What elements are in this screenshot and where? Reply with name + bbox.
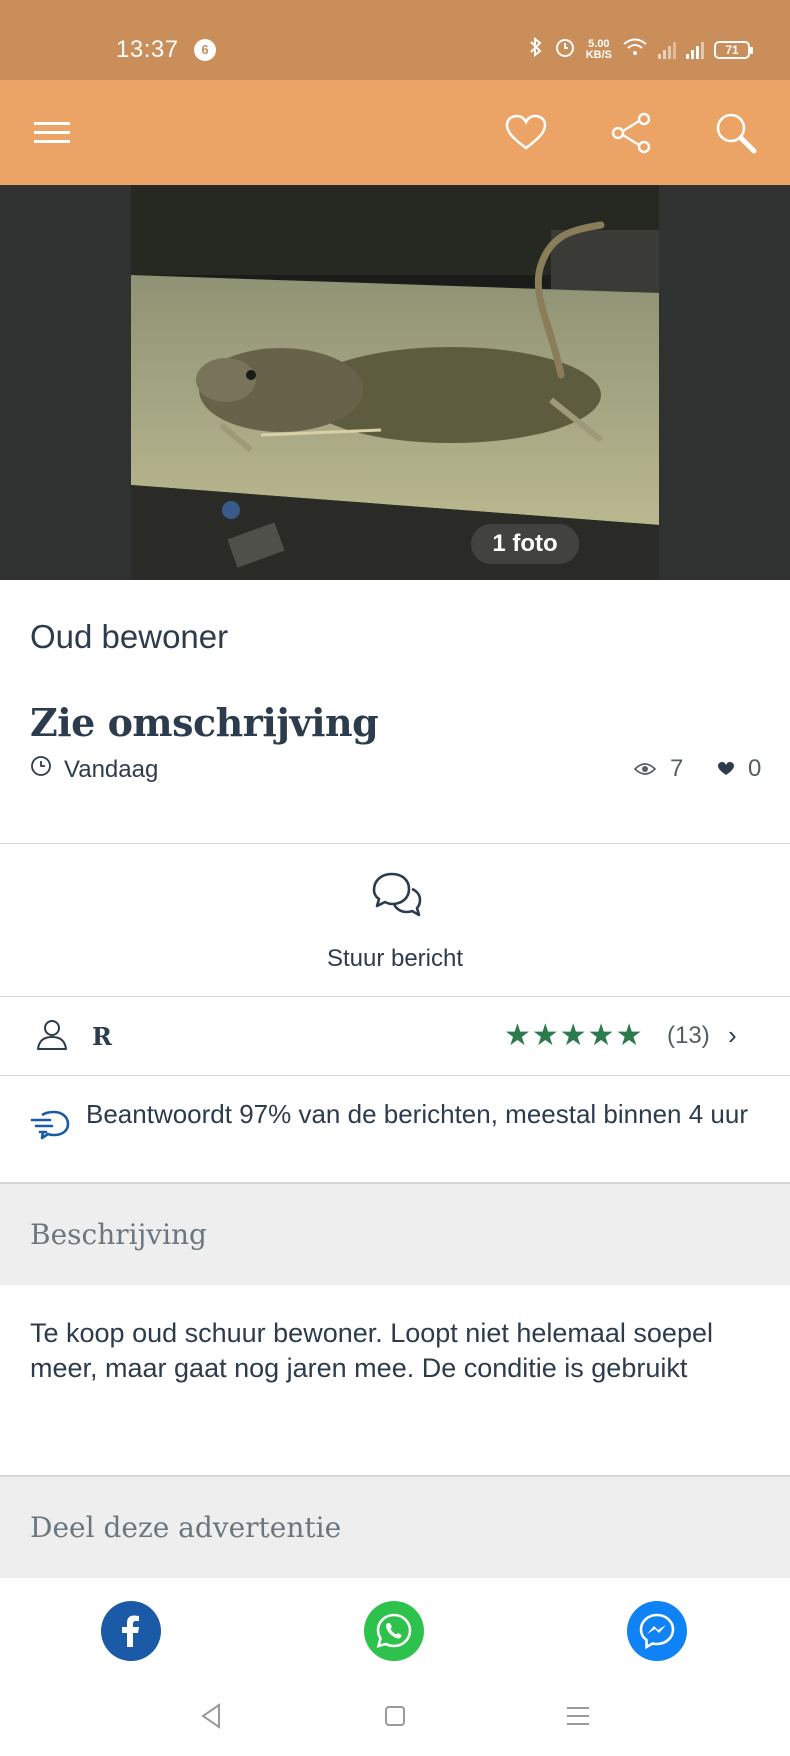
search-icon[interactable] [713, 110, 759, 156]
description-text: Te koop oud schuur bewoner. Loopt niet h… [30, 1318, 713, 1383]
ad-meta: Vandaag 7 0 [30, 755, 761, 787]
ad-date: Vandaag [30, 755, 158, 784]
ad-views-count: 7 [670, 755, 684, 782]
status-icons: 5.00 KB/S 71 [528, 36, 753, 63]
heart-filled-icon [718, 755, 734, 783]
description-heading: Beschrijving [30, 1218, 207, 1251]
send-message-label: Stuur bericht [326, 945, 464, 972]
ad-date-text: Vandaag [64, 755, 159, 783]
hamburger-menu-icon[interactable] [29, 110, 75, 156]
battery-icon: 71 [714, 40, 753, 59]
wifi-icon [622, 37, 648, 62]
heart-icon[interactable] [503, 110, 549, 156]
notification-count-badge: 6 [194, 39, 216, 61]
description-header: Beschrijving [0, 1182, 790, 1285]
ad-favorites-count: 0 [748, 755, 762, 782]
signal-icon-2 [686, 41, 704, 59]
share-icon[interactable] [608, 110, 654, 156]
divider [0, 1075, 790, 1076]
user-icon [34, 1016, 70, 1052]
chevron-right-icon: › [728, 1020, 737, 1050]
share-heading: Deel deze advertentie [30, 1511, 342, 1544]
back-icon[interactable] [193, 1698, 229, 1734]
ad-favorites: 0 [718, 755, 761, 783]
whatsapp-icon[interactable] [364, 1601, 424, 1661]
photo-gallery[interactable]: 1 foto [0, 185, 790, 580]
rating-stars: ★★★★★ [504, 1019, 644, 1052]
listing-photo[interactable]: 1 foto [131, 185, 659, 580]
signal-icon-1 [658, 41, 676, 59]
seller-row[interactable]: R ★★★★★ (13) › [0, 998, 790, 1074]
divider [0, 996, 790, 997]
eye-icon [633, 755, 657, 783]
fast-reply-icon [30, 1107, 70, 1143]
net-speed: 5.00 KB/S [585, 38, 612, 61]
share-header: Deel deze advertentie [0, 1475, 790, 1578]
app-bar [0, 80, 790, 185]
status-time: 13:37 [116, 36, 179, 63]
ad-views: 7 [633, 755, 684, 783]
ad-price: Zie omschrijving [30, 700, 379, 745]
clock-icon [30, 755, 52, 784]
response-rate-text: Beantwoordt 97% van de berichten, meesta… [86, 1099, 748, 1129]
send-message-button[interactable]: Stuur bericht [0, 844, 790, 996]
response-rate: Beantwoordt 97% van de berichten, meesta… [0, 1077, 790, 1182]
system-nav-bar [0, 1678, 790, 1756]
seller-name: R [92, 1022, 112, 1051]
recents-menu-icon[interactable] [560, 1698, 596, 1734]
alarm-icon [554, 36, 576, 63]
photo-count-label[interactable]: 1 foto [471, 524, 579, 564]
bluetooth-icon [528, 36, 544, 62]
facebook-icon[interactable] [101, 1601, 161, 1661]
status-bar: 13:37 6 5.00 KB/S 71 [0, 0, 790, 80]
home-icon[interactable] [377, 1698, 413, 1734]
share-buttons [0, 1578, 790, 1678]
ad-title: Oud bewoner [30, 618, 229, 655]
chat-bubbles-icon [368, 868, 424, 924]
net-speed-unit: KB/S [585, 48, 612, 61]
rating-count: (13) [667, 1022, 710, 1049]
messenger-icon[interactable] [627, 1601, 687, 1661]
